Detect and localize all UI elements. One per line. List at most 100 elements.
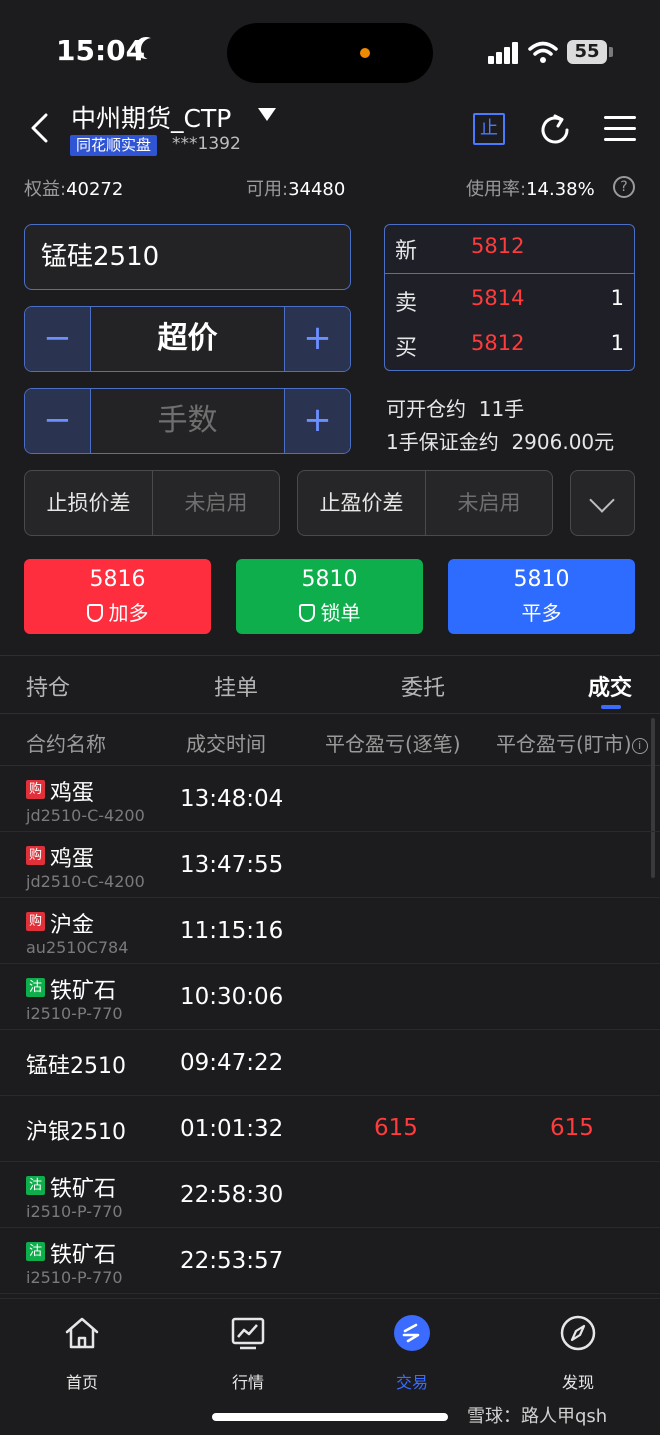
- stop-loss-label: 止损价差: [25, 471, 153, 535]
- fill-time: 22:53:57: [180, 1248, 284, 1274]
- table-row[interactable]: 沽 铁矿石 i2510-P-770 22:53:57: [0, 1228, 660, 1294]
- nav-home[interactable]: 首页: [32, 1313, 132, 1393]
- price-plus-button[interactable]: +: [284, 307, 350, 371]
- back-icon[interactable]: [26, 113, 56, 143]
- take-profit-label: 止盈价差: [298, 471, 426, 535]
- dynamic-island: [227, 23, 433, 83]
- take-profit-setting[interactable]: 止盈价差 未启用: [297, 470, 553, 536]
- help-icon[interactable]: ?: [613, 176, 635, 198]
- contract-code: au2510C784: [26, 938, 129, 957]
- table-row[interactable]: 购 鸡蛋 jd2510-C-4200 13:47:55: [0, 832, 660, 898]
- contract-name: 鸡蛋: [50, 781, 95, 806]
- pnl-mark-value: 615: [550, 1115, 594, 1141]
- table-row[interactable]: 沪银2510 01:01:32 615 615: [0, 1096, 660, 1162]
- contract-name: 铁矿石: [50, 1177, 117, 1202]
- call-tag-icon: 购: [26, 780, 45, 799]
- nav-trade[interactable]: 交易: [362, 1313, 462, 1393]
- equity-summary: 权益:40272: [24, 179, 124, 200]
- stop-loss-setting[interactable]: 止损价差 未启用: [24, 470, 280, 536]
- divider: [0, 655, 660, 656]
- quote-ask-price: 5814: [471, 286, 525, 310]
- contract-code: jd2510-C-4200: [26, 872, 145, 891]
- tab-fills[interactable]: 成交: [588, 670, 632, 702]
- battery-tip: [609, 47, 613, 57]
- price-type-value[interactable]: 超价: [91, 307, 284, 371]
- quote-last-price: 5812: [471, 234, 525, 258]
- lock-price: 5810: [301, 567, 358, 592]
- quote-divider: [385, 273, 634, 274]
- table-row[interactable]: 沽 铁矿石 i2510-P-770 22:58:30: [0, 1162, 660, 1228]
- fill-time: 01:01:32: [180, 1116, 284, 1142]
- fill-time: 13:47:55: [180, 852, 284, 878]
- call-tag-icon: 购: [26, 846, 45, 865]
- expand-options-button[interactable]: [570, 470, 635, 536]
- fill-time: 09:47:22: [180, 1050, 284, 1076]
- fill-time: 11:15:16: [180, 918, 284, 944]
- contract-code: i2510-P-770: [26, 1004, 123, 1023]
- shield-icon: [298, 604, 315, 622]
- usage-summary: 使用率:14.38%: [466, 179, 595, 200]
- nav-market-label: 行情: [231, 1373, 264, 1392]
- fill-time: 10:30:06: [180, 984, 284, 1010]
- put-tag-icon: 沽: [26, 1242, 45, 1261]
- close-long-button[interactable]: 5810 平多: [448, 559, 635, 634]
- dropdown-triangle-icon[interactable]: [258, 108, 276, 121]
- contract-name: 鸡蛋: [50, 847, 95, 872]
- column-header-contract[interactable]: 合约名称: [26, 728, 106, 757]
- account-name[interactable]: 中州期货_CTP: [71, 99, 231, 135]
- quantity-stepper: − 手数 +: [24, 388, 351, 454]
- mic-indicator-icon: [360, 48, 370, 58]
- tab-pending[interactable]: 挂单: [214, 670, 258, 702]
- price-type-stepper: − 超价 +: [24, 306, 351, 372]
- stop-loss-value[interactable]: 未启用: [153, 471, 279, 535]
- lock-position-button[interactable]: 5810 锁单: [236, 559, 423, 634]
- nav-market[interactable]: 行情: [198, 1313, 298, 1393]
- column-header-time[interactable]: 成交时间: [186, 728, 266, 757]
- put-tag-icon: 沽: [26, 1176, 45, 1195]
- buy-long-label: 加多: [108, 601, 149, 625]
- column-header-pnl-trade[interactable]: 平仓盈亏(逐笔): [325, 728, 461, 757]
- quantity-minus-button[interactable]: −: [25, 389, 91, 453]
- table-row[interactable]: 购 沪金 au2510C784 11:15:16: [0, 898, 660, 964]
- column-header-pnl-mark[interactable]: 平仓盈亏(盯市) i: [496, 728, 648, 757]
- quantity-plus-button[interactable]: +: [284, 389, 350, 453]
- quote-ask-label: 卖: [395, 291, 418, 316]
- stop-order-icon[interactable]: 止: [473, 113, 505, 145]
- buy-long-button[interactable]: 5816 加多: [24, 559, 211, 634]
- call-tag-icon: 购: [26, 912, 45, 931]
- table-row[interactable]: 沽 铁矿石 i2510-P-770 10:30:06: [0, 964, 660, 1030]
- contract-name: 铁矿石: [50, 979, 117, 1004]
- chevron-down-icon: [589, 487, 615, 513]
- refresh-icon[interactable]: [537, 112, 573, 148]
- fill-time: 22:58:30: [180, 1182, 284, 1208]
- quantity-input[interactable]: 手数: [91, 389, 284, 453]
- nav-home-label: 首页: [65, 1373, 98, 1392]
- tab-orders[interactable]: 委托: [401, 670, 445, 702]
- nav-discover[interactable]: 发现: [528, 1313, 628, 1393]
- take-profit-value[interactable]: 未启用: [426, 471, 552, 535]
- quote-panel: 新 5812 卖 5814 1 买 5812 1: [384, 224, 635, 371]
- quote-bid-row[interactable]: 买 5812 1: [385, 322, 634, 368]
- quote-bid-price: 5812: [471, 331, 525, 355]
- shield-icon: [86, 604, 103, 622]
- contract-code: jd2510-C-4200: [26, 806, 145, 825]
- contract-input[interactable]: 锰硅2510: [24, 224, 351, 290]
- contract-code: i2510-P-770: [26, 1202, 123, 1221]
- wifi-icon: [528, 41, 558, 63]
- info-icon[interactable]: i: [631, 738, 648, 754]
- available-summary: 可用:34480: [246, 179, 346, 200]
- buy-long-price: 5816: [89, 567, 146, 592]
- quote-last-row[interactable]: 新 5812: [385, 225, 634, 271]
- tab-active-indicator: [601, 705, 621, 709]
- watermark: 雪球：路人甲qsh: [467, 1406, 608, 1427]
- table-row[interactable]: 锰硅2510 09:47:22: [0, 1030, 660, 1096]
- home-indicator[interactable]: [212, 1413, 448, 1421]
- tab-positions[interactable]: 持仓: [26, 670, 70, 702]
- price-minus-button[interactable]: −: [25, 307, 91, 371]
- account-badge: 同花顺实盘: [70, 135, 158, 156]
- menu-icon[interactable]: [604, 115, 636, 143]
- quote-ask-row[interactable]: 卖 5814 1: [385, 277, 634, 323]
- contract-name: 沪金: [50, 913, 95, 938]
- table-row[interactable]: 购 鸡蛋 jd2510-C-4200 13:48:04: [0, 766, 660, 832]
- quote-ask-volume: 1: [610, 286, 624, 310]
